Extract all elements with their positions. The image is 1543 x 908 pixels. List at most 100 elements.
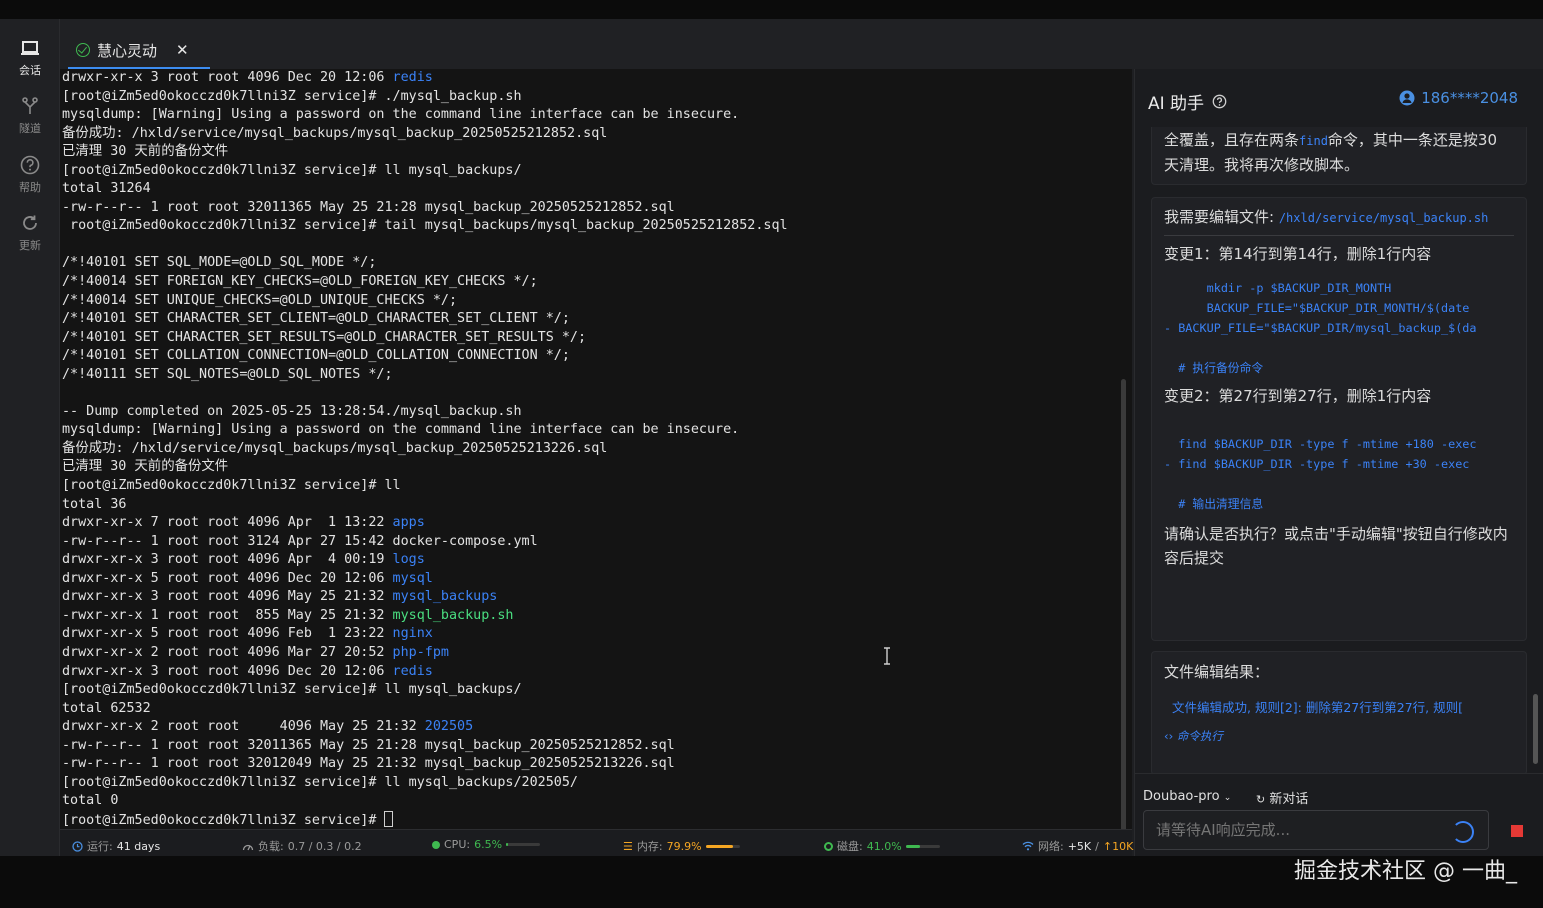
terminal-line: -rw-r--r-- 1 root root 3124 Apr 27 15:42… (62, 533, 1132, 552)
terminal-text: -- Dump completed on 2025-05-25 13:28:54… (62, 403, 522, 419)
terminal-line: drwxr-xr-x 5 root root 4096 Dec 20 12:06… (62, 570, 1132, 589)
terminal-line: drwxr-xr-x 7 root root 4096 Apr 1 13:22 … (62, 514, 1132, 533)
terminal-line: -rw-r--r-- 1 root root 32011365 May 25 2… (62, 737, 1132, 756)
wifi-icon (1022, 841, 1034, 851)
status-network: 网络: +5K / ↑10K (1022, 838, 1133, 854)
terminal-line: total 62532 (62, 700, 1132, 719)
sidebar-item-tunnel[interactable]: 隧道 (0, 95, 60, 136)
change-1-diff: mkdir -p $BACKUP_DIR_MONTH BACKUP_FILE="… (1164, 278, 1514, 378)
status-disk: 磁盘: 41.0% (824, 838, 940, 854)
ai-input-area: Doubao-pro ⌄ ↻ 新对话 (1135, 773, 1543, 856)
terminal-scrollbar[interactable] (1121, 379, 1126, 839)
terminal-text: total 62532 (62, 700, 151, 716)
new-chat-button[interactable]: ↻ 新对话 (1256, 788, 1308, 807)
terminal-line: /*!40014 SET UNIQUE_CHECKS=@OLD_UNIQUE_C… (62, 292, 1132, 311)
diff-line (1164, 474, 1514, 494)
help-icon (20, 155, 40, 175)
help-icon[interactable] (1212, 94, 1227, 109)
terminal-line: mysqldump: [Warning] Using a password on… (62, 106, 1132, 125)
sidebar-item-help[interactable]: 帮助 (0, 154, 60, 195)
status-cpu: CPU: 6.5% (432, 838, 541, 851)
app-window: 会话 隧道 帮助 更新 慧心灵动 ✕ drwxr-xr-x 3 root roo… (0, 19, 1543, 856)
terminal-text: /*!40101 SET SQL_MODE=@OLD_SQL_MODE */; (62, 255, 377, 271)
terminal-text: drwxr-xr-x 3 root root 4096 Dec 20 12:06 (62, 70, 393, 85)
activity-bar: 会话 隧道 帮助 更新 (0, 19, 60, 856)
terminal-line: [root@iZm5ed0okocczd0k7llni3Z service]# … (62, 162, 1132, 181)
terminal-line: [root@iZm5ed0okocczd0k7llni3Z service]# … (62, 681, 1132, 700)
tab-session[interactable]: 慧心灵动 ✕ (68, 31, 208, 69)
terminal-line: [root@iZm5ed0okocczd0k7llni3Z service]# … (62, 774, 1132, 793)
terminal-text: -rw-r--r-- 1 root root 32011365 May 25 2… (62, 199, 675, 215)
stop-button[interactable] (1511, 825, 1523, 837)
laptop-icon (21, 41, 39, 55)
terminal-line: total 36 (62, 496, 1132, 515)
terminal-text: /*!40014 SET UNIQUE_CHECKS=@OLD_UNIQUE_C… (62, 292, 458, 308)
file-path[interactable]: /hxld/service/mysql_backup.sh (1279, 211, 1489, 225)
terminal-line: drwxr-xr-x 3 root root 4096 Dec 20 12:06… (62, 69, 1132, 88)
diff-line: find $BACKUP_DIR -type f -mtime +180 -ex… (1164, 437, 1477, 451)
terminal-text: /*!40111 SET SQL_NOTES=@OLD_SQL_NOTES */… (62, 366, 393, 382)
terminal-line: drwxr-xr-x 3 root root 4096 Apr 4 00:19 … (62, 551, 1132, 570)
terminal-output[interactable]: drwxr-xr-x 3 root root 4096 Dec 20 12:06… (60, 69, 1132, 829)
chat-input[interactable] (1143, 810, 1489, 850)
terminal-text: /*!40101 SET COLLATION_CONNECTION=@OLD_C… (62, 348, 570, 364)
terminal-text: [root@iZm5ed0okocczd0k7llni3Z service]# … (62, 162, 522, 178)
diff-line (1164, 414, 1514, 434)
gauge-icon (242, 844, 254, 850)
refresh-icon (23, 215, 37, 230)
terminal-text: 备份成功: /hxld/service/mysql_backups/mysql_… (62, 125, 608, 141)
disk-icon (824, 841, 833, 851)
diff-line (1164, 338, 1514, 358)
ai-header: AI 助手 186****2048 (1135, 69, 1543, 127)
terminal-text: nginx (392, 626, 433, 642)
terminal-line: root@iZm5ed0okocczd0k7llni3Z service]# t… (62, 217, 1132, 236)
terminal-text: 备份成功: /hxld/service/mysql_backups/mysql_… (62, 440, 608, 456)
sidebar-item-label: 帮助 (19, 181, 41, 194)
status-memory: ☰ 内存: 79.9% (623, 838, 740, 854)
change-2-diff: find $BACKUP_DIR -type f -mtime +180 -ex… (1164, 414, 1514, 514)
terminal-text: mysql_backups (392, 589, 498, 605)
diff-line: BACKUP_FILE="$BACKUP_DIR_MONTH/$(date (1164, 301, 1470, 315)
memory-usage-bar (705, 844, 740, 848)
close-icon[interactable]: ✕ (176, 41, 189, 59)
chevron-down-icon: ⌄ (1223, 793, 1232, 803)
terminal-text: drwxr-xr-x 2 root root 4096 Mar 27 20:52 (62, 644, 393, 660)
change-2-title: 变更2：第27行到第27行，删除1行内容 (1164, 387, 1432, 405)
terminal-text: logs (392, 552, 425, 568)
terminal-line: drwxr-xr-x 3 root root 4096 May 25 21:32… (62, 588, 1132, 607)
sidebar-item-sessions[interactable]: 会话 (0, 37, 60, 78)
terminal-text: [root@iZm5ed0okocczd0k7llni3Z service]# … (62, 478, 401, 494)
terminal-line: /*!40101 SET SQL_MODE=@OLD_SQL_MODE */; (62, 254, 1132, 273)
ai-message-list[interactable]: 全覆盖，且存在两条find命令，其中一条还是按30 天清理。我将再次修改脚本。 … (1135, 127, 1535, 773)
terminal-text: [root@iZm5ed0okocczd0k7llni3Z service]# (62, 812, 385, 828)
terminal-line: -- Dump completed on 2025-05-25 13:28:54… (62, 403, 1132, 422)
disk-usage-bar (905, 844, 940, 848)
check-circle-icon (76, 43, 90, 57)
terminal-text: redis (392, 663, 433, 679)
terminal-line: /*!40101 SET COLLATION_CONNECTION=@OLD_C… (62, 347, 1132, 366)
terminal-text: [root@iZm5ed0okocczd0k7llni3Z service]# … (62, 88, 522, 104)
terminal-line: /*!40014 SET FOREIGN_KEY_CHECKS=@OLD_FOR… (62, 273, 1132, 292)
terminal-line: 已清理 30 天前的备份文件 (62, 458, 1132, 477)
watermark: 掘金技术社区 @ 一曲_ (1294, 859, 1517, 884)
terminal-text: drwxr-xr-x 3 root root 4096 May 25 21:32 (62, 589, 393, 605)
command-exec-link[interactable]: ‹› 命令执行 (1164, 728, 1514, 744)
sidebar-item-update[interactable]: 更新 (0, 212, 60, 253)
terminal-text: -rw-r--r-- 1 root root 32011365 May 25 2… (62, 737, 675, 753)
terminal-text: -rw-r--r-- 1 root root 32012049 May 25 2… (62, 756, 675, 772)
ai-message: 全覆盖，且存在两条find命令，其中一条还是按30 天清理。我将再次修改脚本。 (1151, 127, 1527, 185)
terminal-line: drwxr-xr-x 3 root root 4096 Dec 20 12:06… (62, 663, 1132, 682)
sidebar-item-label: 隧道 (19, 122, 41, 135)
terminal-line: drwxr-xr-x 5 root root 4096 Feb 1 23:22 … (62, 625, 1132, 644)
diff-line: # 执行备份命令 (1164, 361, 1264, 375)
code-icon: ‹› (1164, 729, 1174, 743)
user-account[interactable]: 186****2048 (1399, 89, 1518, 107)
ai-scrollbar[interactable] (1533, 694, 1538, 764)
model-selector[interactable]: Doubao-pro ⌄ (1143, 789, 1231, 804)
ai-assistant-panel: AI 助手 186****2048 全覆盖，且存在两条find命令，其中一条还是… (1134, 69, 1543, 856)
result-title: 文件编辑结果： (1164, 663, 1270, 681)
terminal-text: mysqldump: [Warning] Using a password on… (62, 107, 740, 123)
terminal-text: total 31264 (62, 181, 151, 197)
terminal-line: 备份成功: /hxld/service/mysql_backups/mysql_… (62, 125, 1132, 144)
